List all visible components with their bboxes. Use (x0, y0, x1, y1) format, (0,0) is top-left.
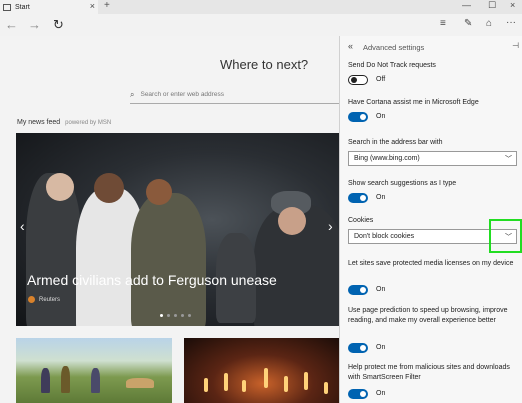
reading-list-icon[interactable]: ≡ (440, 18, 446, 29)
panel-header: « Advanced settings ⊣ (340, 36, 522, 58)
carousel-dot[interactable] (167, 314, 170, 317)
cookies-dropdown-highlight (489, 219, 522, 253)
news-source: Reuters (28, 296, 60, 303)
back-icon[interactable]: ← (5, 17, 18, 32)
source-name: Reuters (39, 296, 61, 303)
smartscreen-toggle[interactable] (348, 389, 368, 399)
carousel-next-icon[interactable]: › (328, 218, 333, 234)
page-icon (3, 3, 11, 11)
tab-bar: Start × + — ☐ × (0, 0, 522, 14)
suggestions-toggle[interactable] (348, 193, 368, 203)
web-note-icon[interactable]: ✎ (464, 18, 472, 29)
carousel-dot[interactable] (181, 314, 184, 317)
search-placeholder: Search or enter web address (140, 91, 224, 98)
cortana-state: On (376, 113, 386, 120)
media-licenses-label: Let sites save protected media licenses … (348, 260, 514, 267)
cookies-value: Don't block cookies (354, 233, 415, 240)
do-not-track-toggle[interactable] (348, 75, 368, 85)
nav-bar: ← → ↻ ≡ ✎ ⌂ ··· (0, 14, 522, 36)
news-headline[interactable]: Armed civilians add to Ferguson unease (27, 272, 277, 288)
smartscreen-state: On (376, 390, 386, 397)
carousel-dot[interactable] (174, 314, 177, 317)
forward-icon[interactable]: → (28, 17, 41, 32)
do-not-track-label: Send Do Not Track requests (348, 62, 436, 69)
source-logo-icon (28, 296, 35, 303)
share-icon[interactable]: ⌂ (486, 18, 492, 29)
page-heading: Where to next? (220, 57, 309, 72)
tab-title: Start (15, 3, 30, 11)
minimize-icon[interactable]: — (462, 0, 471, 10)
suggestions-label: Show search suggestions as I type (348, 180, 457, 187)
news-hero-image[interactable]: ‹ › (16, 133, 342, 326)
back-to-settings-icon[interactable]: « (348, 41, 353, 51)
page-prediction-label: Use page prediction to speed up browsing… (348, 307, 508, 324)
search-engine-label: Search in the address bar with (348, 139, 443, 146)
carousel-dots (160, 314, 191, 317)
news-thumbnail-candles[interactable] (184, 338, 342, 403)
page-prediction-toggle[interactable] (348, 343, 368, 353)
media-licenses-state: On (376, 286, 386, 293)
refresh-icon[interactable]: ↻ (53, 17, 64, 33)
suggestions-state: On (376, 194, 386, 201)
search-engine-select[interactable]: Bing (www.bing.com) ﹀ (348, 151, 517, 166)
cortana-toggle[interactable] (348, 112, 368, 122)
chevron-down-icon: ﹀ (505, 156, 512, 163)
tab-start[interactable]: Start × (0, 0, 98, 14)
page-prediction-state: On (376, 344, 386, 351)
news-feed-label: My news feed powered by MSN (17, 119, 111, 126)
panel-title: Advanced settings (363, 43, 425, 52)
do-not-track-state: Off (376, 76, 386, 83)
search-icon: ⌕ (130, 89, 135, 99)
carousel-dot[interactable] (160, 314, 163, 317)
news-thumbnail-hikers[interactable] (16, 338, 172, 403)
news-feed-title: My news feed (17, 119, 61, 126)
cortana-label: Have Cortana assist me in Microsoft Edge (348, 99, 479, 106)
maximize-icon[interactable]: ☐ (488, 0, 496, 11)
search-input[interactable]: ⌕ Search or enter web address (130, 86, 345, 104)
powered-by-label: powered by MSN (65, 120, 112, 126)
search-engine-value: Bing (www.bing.com) (354, 155, 420, 162)
window-close-icon[interactable]: × (510, 0, 515, 10)
pin-pane-icon[interactable]: ⊣ (512, 41, 519, 50)
new-tab-button[interactable]: + (104, 0, 110, 11)
carousel-dot[interactable] (188, 314, 191, 317)
close-icon[interactable]: × (90, 1, 95, 11)
media-licenses-toggle[interactable] (348, 285, 368, 295)
more-icon[interactable]: ··· (506, 17, 516, 28)
carousel-prev-icon[interactable]: ‹ (20, 218, 25, 234)
smartscreen-label: Help protect me from malicious sites and… (348, 364, 510, 381)
